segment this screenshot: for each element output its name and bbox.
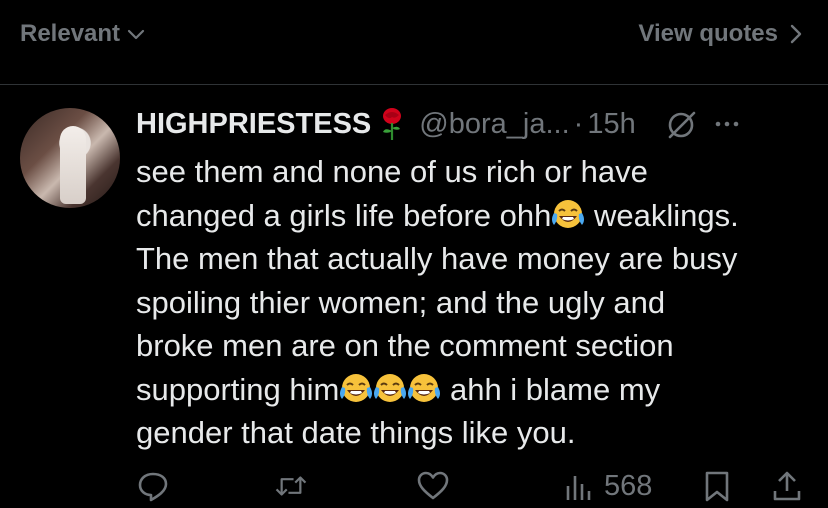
chevron-right-icon [790,24,802,44]
tweet-header: HIGHPRIESTESS @bora_ja... · 15h [136,102,812,146]
tweet-text-segment: spoiling thier women; and the ugly and [136,284,666,320]
share-button[interactable] [770,466,804,506]
tweet-text-segment: see them and none of us rich or have [136,154,648,189]
share-icon [773,471,801,501]
tweet-text-line: gender that date things like you. [136,411,816,455]
avatar[interactable] [20,108,120,208]
tweet-text-segment: supporting him [136,371,340,407]
tweet-text-line: supporting him ahh i blame my [136,368,816,412]
views-button[interactable]: 568 [562,466,652,506]
retweet-button[interactable] [274,466,308,506]
tweet-actions: 568 [0,466,828,508]
tweet-text-line: spoiling thier women; and the ugly and [136,281,816,325]
tweet-text-line: changed a girls life before ohh weakling… [136,194,816,238]
tweet-text-line: The men that actually have money are bus… [136,237,816,281]
view-quotes-label: View quotes [638,20,778,47]
reply-icon [138,472,168,502]
tweet-text: see them and none of us rich or have chan… [136,150,816,455]
timestamp[interactable]: 15h [587,108,635,141]
sort-label: Relevant [20,20,121,47]
chevron-down-icon [127,29,145,40]
face-with-tears-of-joy-icon [374,373,407,402]
tweet-text-segment: weaklings. [585,197,739,233]
tweet-text-segment: The men that actually have money are bus… [136,241,738,276]
tweet-text-segment: changed a girls life before ohh [136,197,552,233]
view-quotes-link[interactable]: View quotes [638,20,804,48]
tweet-text-segment: broke men are on the comment section [136,328,674,363]
like-icon [417,471,449,500]
separator: · [573,107,584,140]
tweet-text-line: see them and none of us rich or have [136,150,816,194]
face-with-tears-of-joy-icon [552,199,585,228]
sort-dropdown[interactable]: Relevant [20,20,146,48]
reply-filter-bar: Relevant View quotes [0,0,828,80]
retweet-icon [275,476,307,496]
divider [0,84,828,85]
views-icon [566,476,591,500]
rose-icon [383,108,402,140]
face-with-tears-of-joy-icon [340,373,373,402]
like-button[interactable] [416,466,450,506]
tweet-text-line: broke men are on the comment section [136,324,816,368]
face-with-tears-of-joy-icon [408,373,441,402]
more-icon[interactable] [712,109,742,139]
tweet-text-segment: gender that date things like you. [136,415,576,450]
author-handle[interactable]: @bora_ja... [419,108,569,141]
bookmark-button[interactable] [700,466,734,506]
bookmark-icon [705,471,729,502]
reply-button[interactable] [136,466,170,506]
views-count: 568 [604,469,653,502]
author-name[interactable]: HIGHPRIESTESS [136,108,371,141]
grok-icon[interactable] [664,107,698,141]
tweet-text-segment: ahh i blame my [441,371,661,407]
